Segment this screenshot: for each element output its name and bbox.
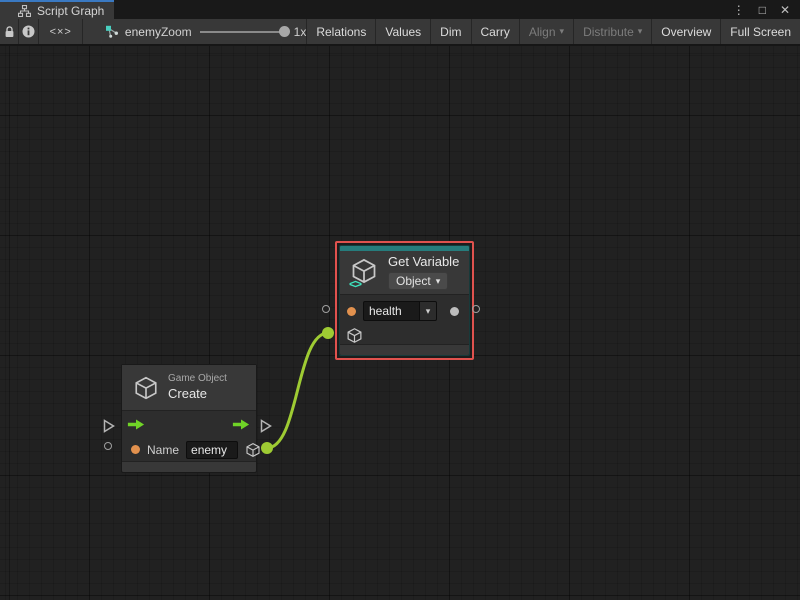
node-title: Get Variable (388, 255, 459, 269)
info-button[interactable] (19, 19, 39, 44)
hierarchy-icon (18, 5, 31, 17)
caret-down-icon: ▾ (426, 307, 431, 316)
zoom-slider[interactable] (200, 31, 286, 33)
values-button[interactable]: Values (375, 19, 430, 44)
graph-canvas[interactable]: Game Object Create Name (0, 46, 800, 600)
node-get-variable[interactable]: <> Get Variable Object ▾ health (339, 245, 470, 356)
menu-icon[interactable]: ⋮ (733, 4, 745, 16)
script-graph-window: Script Graph ⋮ □ ✕ <×> (0, 0, 800, 600)
connection-wire[interactable] (267, 333, 328, 448)
selection-outline: <> Get Variable Object ▾ health (335, 241, 474, 360)
code-preview-button[interactable]: <×> (39, 19, 82, 44)
name-label: Name (147, 443, 179, 457)
variable-name-value: health (363, 301, 419, 321)
name-port-row: Name (122, 438, 256, 461)
getvar-name-in-port[interactable] (322, 305, 330, 313)
object-target-cube-icon[interactable] (346, 327, 363, 344)
flow-in-arrow-icon[interactable] (127, 418, 145, 431)
name-input[interactable] (186, 441, 238, 459)
cube-icon (133, 375, 159, 401)
close-icon[interactable]: ✕ (780, 4, 790, 16)
variable-kind-dropdown[interactable]: Object ▾ (388, 272, 448, 290)
node-create-footer (122, 461, 256, 472)
caret-down-icon: ▾ (638, 27, 643, 36)
getvar-value-out-port[interactable] (472, 305, 480, 313)
zoom-value: 1x (294, 25, 307, 39)
variable-name-input-port[interactable] (347, 307, 356, 316)
object-target-row (340, 327, 469, 344)
caret-down-icon: ▾ (560, 27, 565, 36)
getvar-object-in-port[interactable] (322, 327, 334, 339)
breadcrumb[interactable]: enemy (83, 19, 161, 44)
toolbar-buttons: Relations Values Dim Carry Align ▾ Distr… (306, 19, 800, 44)
overview-button[interactable]: Overview (651, 19, 720, 44)
tab-script-graph[interactable]: Script Graph (0, 0, 114, 19)
full-screen-button[interactable]: Full Screen (720, 19, 800, 44)
lock-button[interactable] (0, 19, 19, 44)
create-flow-out-port[interactable] (260, 419, 272, 433)
node-title: Create (168, 386, 227, 402)
name-input-port[interactable] (131, 445, 140, 454)
maximize-icon[interactable]: □ (759, 4, 766, 16)
node-create[interactable]: Game Object Create Name (121, 364, 257, 473)
align-button[interactable]: Align ▾ (519, 19, 573, 44)
flow-port-row (122, 411, 256, 438)
zoom-slider-handle[interactable] (279, 26, 290, 37)
zoom-label: Zoom (161, 25, 192, 39)
create-name-in-port[interactable] (104, 442, 112, 450)
node-create-header: Game Object Create (122, 365, 256, 411)
create-flow-in-port[interactable] (103, 419, 115, 433)
breadcrumb-graph-name: enemy (125, 25, 161, 39)
window-controls: ⋮ □ ✕ (733, 0, 800, 19)
tab-bar: Script Graph ⋮ □ ✕ (0, 0, 800, 19)
gameobject-output-icon[interactable] (245, 442, 261, 458)
zoom-control: Zoom 1x (161, 19, 306, 44)
node-category: Game Object (168, 373, 227, 386)
variable-name-select[interactable]: health ▾ (363, 301, 437, 321)
dim-button[interactable]: Dim (430, 19, 470, 44)
distribute-button[interactable]: Distribute ▾ (573, 19, 651, 44)
graph-toolbar: <×> enemy Zoom 1x Relations Values Dim C… (0, 19, 800, 46)
flow-out-arrow-icon[interactable] (232, 418, 250, 431)
create-value-out-port[interactable] (261, 442, 273, 454)
graph-asset-icon (105, 25, 119, 38)
tab-title: Script Graph (37, 4, 104, 18)
relations-button[interactable]: Relations (306, 19, 375, 44)
node-get-variable-header: <> Get Variable Object ▾ (340, 251, 469, 295)
carry-button[interactable]: Carry (471, 19, 519, 44)
value-output-port[interactable] (450, 307, 459, 316)
lock-icon (4, 26, 15, 38)
variable-name-row: health ▾ (340, 295, 469, 327)
caret-down-icon: ▾ (436, 277, 441, 286)
code-brackets-icon: <> (349, 277, 361, 291)
node-get-variable-footer (340, 344, 469, 355)
info-icon (22, 25, 35, 38)
variable-select-caret[interactable]: ▾ (419, 301, 437, 321)
code-preview-glyph: <×> (50, 26, 72, 38)
